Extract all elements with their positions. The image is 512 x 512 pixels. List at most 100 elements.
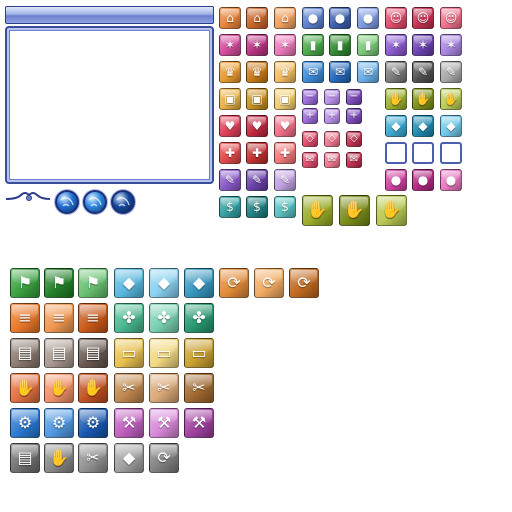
minus-tile[interactable]: − [346,89,362,105]
hand-tile[interactable]: ✋ [44,373,74,403]
money-tile[interactable]: $ [219,196,241,218]
window-title-bar[interactable] [5,6,214,24]
cube-tile[interactable]: ◆ [412,115,434,137]
book-tile[interactable]: ▤ [44,338,74,368]
hand-tile[interactable]: ✋ [44,443,74,473]
plus-tile[interactable]: + [324,108,340,124]
house-tile[interactable]: ⌂ [219,7,241,29]
gear-tile[interactable]: ⚙ [78,408,108,438]
blue-globe-orb-icon[interactable] [55,190,79,214]
empty-slot[interactable] [440,142,462,164]
plus-tile[interactable]: + [346,108,362,124]
puzzle-tile[interactable]: ✤ [149,303,179,333]
crown-tile[interactable]: ♛ [246,61,268,83]
crown-tile[interactable]: ♛ [274,61,296,83]
plus-tile[interactable]: + [302,108,318,124]
pushpin-tile[interactable]: ✎ [385,61,407,83]
cube-tile[interactable]: ◆ [114,268,144,298]
move-arrows-tile[interactable]: ✚ [274,142,296,164]
envelope-tile[interactable]: ✉ [302,61,324,83]
minus-tile[interactable]: − [302,89,318,105]
move-arrows-tile[interactable]: ✚ [219,142,241,164]
scissors-tile[interactable]: ✂ [184,373,214,403]
handshake-tile[interactable]: ✋ [412,88,434,110]
book-tile[interactable]: ▤ [10,338,40,368]
person-tile[interactable]: ● [302,7,324,29]
chest-tile[interactable]: ▭ [184,338,214,368]
chest-tile[interactable]: ▭ [149,338,179,368]
envelope-tile[interactable]: ✉ [302,152,318,168]
handshake-tile[interactable]: ✋ [385,88,407,110]
coins-tile[interactable]: ≡ [78,303,108,333]
pushpin-tile[interactable]: ✎ [412,61,434,83]
flag-tile[interactable]: ⚑ [10,268,40,298]
crown-tile[interactable]: ♛ [219,61,241,83]
cube-tile[interactable]: ◆ [440,115,462,137]
diamond-tile[interactable]: ◇ [302,131,318,147]
cube-tile[interactable]: ◆ [114,443,144,473]
girl-tile[interactable]: ● [385,169,407,191]
person-tile[interactable]: ● [357,7,379,29]
blue-globe-orb-icon[interactable] [83,190,107,214]
pushpin-tile[interactable]: ✎ [246,169,268,191]
envelope-tile[interactable]: ✉ [329,61,351,83]
pushpin-tile[interactable]: ✎ [274,169,296,191]
envelope-tile[interactable]: ✉ [346,152,362,168]
scissors-tile[interactable]: ✂ [78,443,108,473]
house-tile[interactable]: ⌂ [246,7,268,29]
envelope-tile[interactable]: ✉ [357,61,379,83]
heart-tile[interactable]: ♥ [246,115,268,137]
smiley-tile[interactable]: ☺ [385,7,407,29]
hammer-tile[interactable]: ⚒ [184,408,214,438]
puzzle-tile[interactable]: ✤ [184,303,214,333]
handshake-tile[interactable]: ✋ [339,195,370,226]
empty-slot[interactable] [412,142,434,164]
hammer-tile[interactable]: ⚒ [149,408,179,438]
diamond-tile[interactable]: ◇ [324,131,340,147]
money-tile[interactable]: $ [246,196,268,218]
cube-tile[interactable]: ◆ [184,268,214,298]
recycle-tile[interactable]: ⟳ [149,443,179,473]
scissors-tile[interactable]: ✂ [114,373,144,403]
treasure-chest-tile[interactable]: ▣ [246,88,268,110]
scissors-tile[interactable]: ✂ [149,373,179,403]
smiley-tile[interactable]: ☺ [412,7,434,29]
move-arrows-tile[interactable]: ✚ [246,142,268,164]
recycle-tile[interactable]: ⟳ [219,268,249,298]
smiley-tile[interactable]: ☺ [440,7,462,29]
cube-tile[interactable]: ◆ [385,115,407,137]
bar-chart-tile[interactable]: ▮ [329,34,351,56]
recycle-tile[interactable]: ⟳ [289,268,319,298]
flag-tile[interactable]: ⚑ [44,268,74,298]
gear-tile[interactable]: ⚙ [44,408,74,438]
house-tile[interactable]: ⌂ [274,7,296,29]
treasure-chest-tile[interactable]: ▣ [219,88,241,110]
flag-tile[interactable]: ⚑ [78,268,108,298]
chest-tile[interactable]: ▭ [114,338,144,368]
book-tile[interactable]: ▤ [10,443,40,473]
pushpin-tile[interactable]: ✎ [440,61,462,83]
bar-chart-tile[interactable]: ▮ [357,34,379,56]
empty-slot[interactable] [385,142,407,164]
person-tile[interactable]: ● [329,7,351,29]
minus-tile[interactable]: − [324,89,340,105]
treasure-chest-tile[interactable]: ▣ [274,88,296,110]
handshake-tile[interactable]: ✋ [302,195,333,226]
pushpin-tile[interactable]: ✎ [219,169,241,191]
book-tile[interactable]: ▤ [78,338,108,368]
coins-tile[interactable]: ≡ [10,303,40,333]
gear-tile[interactable]: ⚙ [10,408,40,438]
girl-tile[interactable]: ● [440,169,462,191]
diamond-tile[interactable]: ◇ [346,131,362,147]
puzzle-tile[interactable]: ✤ [114,303,144,333]
blue-globe-orb-icon[interactable] [111,190,135,214]
envelope-tile[interactable]: ✉ [324,152,340,168]
handshake-tile[interactable]: ✋ [376,195,407,226]
hammer-tile[interactable]: ⚒ [114,408,144,438]
heart-tile[interactable]: ♥ [219,115,241,137]
pin-tile[interactable]: ✶ [412,34,434,56]
bar-chart-tile[interactable]: ▮ [302,34,324,56]
pin-tile[interactable]: ✶ [246,34,268,56]
coins-tile[interactable]: ≡ [44,303,74,333]
money-tile[interactable]: $ [274,196,296,218]
